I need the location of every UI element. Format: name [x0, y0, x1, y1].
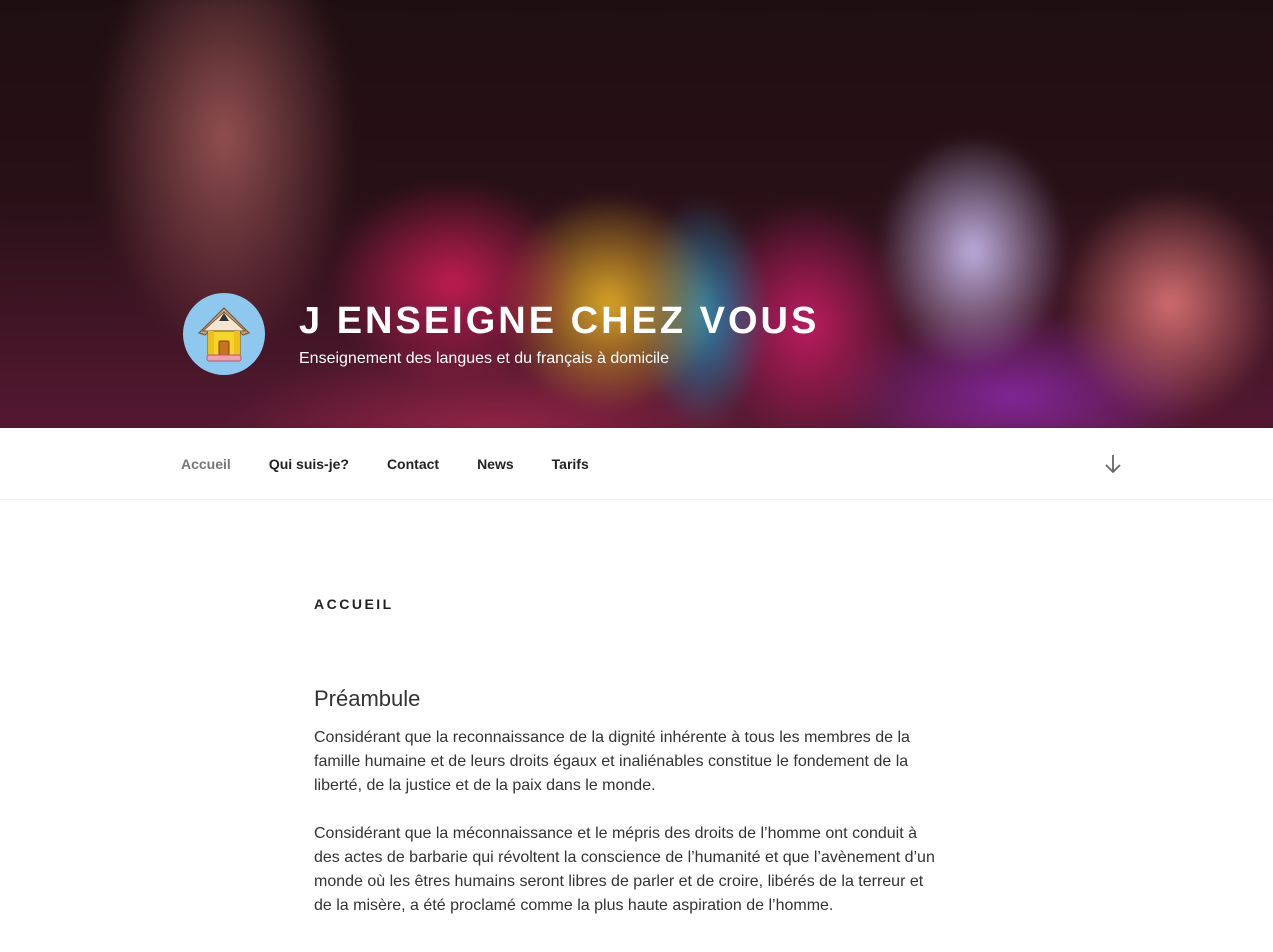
nav-menu: Accueil Qui suis-je? Contact News Tarifs: [162, 428, 608, 499]
paragraph: Considérant que la reconnaissance de la …: [314, 729, 910, 794]
nav-item-accueil[interactable]: Accueil: [162, 456, 250, 472]
pencil-house-icon: [197, 307, 251, 362]
nav-item-contact[interactable]: Contact: [368, 456, 458, 472]
section-heading: Préambule: [314, 686, 421, 711]
site-title[interactable]: J ENSEIGNE CHEZ VOUS: [299, 300, 819, 343]
nav-item-news[interactable]: News: [458, 456, 533, 472]
paragraph: Considérant que la méconnaissance et le …: [314, 825, 935, 914]
site-description: Enseignement des langues et du français …: [299, 350, 669, 367]
main-navigation: Accueil Qui suis-je? Contact News Tarifs: [0, 428, 1273, 500]
page-title: ACCUEIL: [314, 596, 394, 612]
arrow-down-icon: [1105, 455, 1121, 474]
page-content: ACCUEIL Préambule Considérant que la rec…: [314, 596, 944, 918]
site-header: J ENSEIGNE CHEZ VOUS Enseignement des la…: [0, 0, 1273, 428]
site-logo[interactable]: [183, 293, 265, 375]
scroll-down-button[interactable]: [1103, 453, 1123, 475]
nav-item-qui-suis-je[interactable]: Qui suis-je?: [250, 456, 368, 472]
nav-item-tarifs[interactable]: Tarifs: [533, 456, 608, 472]
